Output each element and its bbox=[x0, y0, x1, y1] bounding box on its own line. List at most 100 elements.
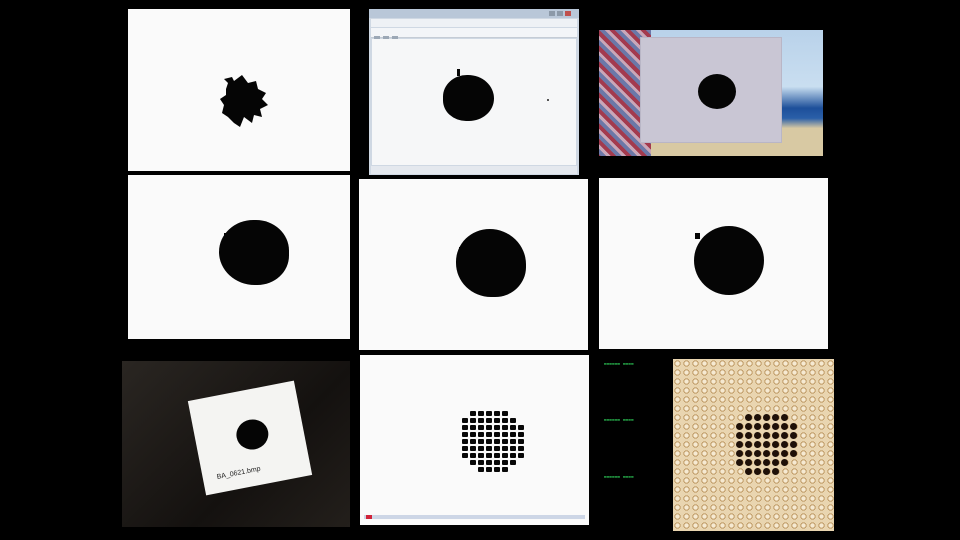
grid-dot bbox=[518, 439, 524, 444]
weave-dot bbox=[790, 450, 797, 457]
grid-dot bbox=[494, 411, 500, 416]
weave-dot bbox=[745, 468, 752, 475]
weave-dot bbox=[745, 423, 752, 430]
weave-dot bbox=[781, 459, 788, 466]
weave-dot bbox=[754, 414, 761, 421]
weave-dot bbox=[763, 459, 770, 466]
weave-dot bbox=[772, 414, 779, 421]
grid-dot bbox=[510, 432, 516, 437]
grid-dot bbox=[478, 432, 484, 437]
grid-dot bbox=[502, 460, 508, 465]
panel-paper-photo: BA_0621.bmp bbox=[122, 361, 350, 527]
grid-dot bbox=[470, 418, 476, 423]
grid-dot bbox=[494, 432, 500, 437]
window-toolbar[interactable] bbox=[371, 28, 577, 41]
scale-marker[interactable] bbox=[366, 515, 372, 519]
file-caption: BA_0621.bmp bbox=[216, 465, 262, 481]
weave-dot bbox=[781, 450, 788, 457]
weave-dot bbox=[736, 459, 743, 466]
grid-dot bbox=[502, 425, 508, 430]
weave-dot bbox=[763, 423, 770, 430]
weave-dot bbox=[781, 441, 788, 448]
blob-shape bbox=[233, 416, 271, 453]
grid-dot bbox=[470, 453, 476, 458]
weave-dot bbox=[772, 468, 779, 475]
grid-dot bbox=[486, 446, 492, 451]
window-statusbar bbox=[371, 166, 577, 174]
grid-dot bbox=[502, 453, 508, 458]
grid-dot bbox=[494, 418, 500, 423]
grid-dot bbox=[518, 453, 524, 458]
grid-dot bbox=[486, 425, 492, 430]
panel-threshold-blob bbox=[128, 9, 350, 171]
weave-dot bbox=[772, 423, 779, 430]
grid-dot bbox=[470, 425, 476, 430]
readout-line: ▬▬▬▬▬▬ ▬▬▬▬ bbox=[604, 361, 634, 366]
grid-dot bbox=[502, 467, 508, 472]
weave-dot bbox=[781, 423, 788, 430]
grid-dot bbox=[486, 460, 492, 465]
blob-shape bbox=[456, 229, 526, 297]
panel-dot-grid bbox=[360, 355, 589, 525]
panel-blob-circle bbox=[599, 178, 828, 349]
grid-dot bbox=[462, 446, 468, 451]
scale-bar bbox=[364, 515, 585, 519]
panel-blob-center bbox=[359, 179, 588, 350]
weave-dot bbox=[790, 441, 797, 448]
grid-dot bbox=[502, 439, 508, 444]
grid-dot bbox=[486, 467, 492, 472]
weave-dot bbox=[763, 441, 770, 448]
weave-dot bbox=[763, 468, 770, 475]
weave-dot bbox=[754, 468, 761, 475]
minimize-icon[interactable] bbox=[549, 11, 555, 16]
weave-dot bbox=[763, 414, 770, 421]
weave-dot bbox=[736, 423, 743, 430]
grid-dot bbox=[462, 425, 468, 430]
weave-dot bbox=[736, 432, 743, 439]
grid-dot bbox=[486, 432, 492, 437]
grid-dot bbox=[462, 453, 468, 458]
weave-dot bbox=[754, 450, 761, 457]
grid-dot bbox=[518, 446, 524, 451]
grid-dot bbox=[478, 425, 484, 430]
weave-dot bbox=[754, 432, 761, 439]
grid-dot bbox=[478, 418, 484, 423]
grid-dot bbox=[502, 446, 508, 451]
grid-dot bbox=[478, 460, 484, 465]
weave-dot bbox=[781, 414, 788, 421]
weave-dot bbox=[736, 450, 743, 457]
rough-blob-shape bbox=[220, 75, 268, 127]
close-icon[interactable] bbox=[565, 11, 571, 16]
grid-dot bbox=[510, 460, 516, 465]
readout-line: ▬▬▬▬▬▬ ▬▬▬▬ bbox=[604, 474, 634, 479]
grid-dot bbox=[478, 453, 484, 458]
blob-shape bbox=[219, 220, 289, 285]
grid-dot bbox=[510, 439, 516, 444]
weave-dot bbox=[745, 450, 752, 457]
grid-dot bbox=[470, 446, 476, 451]
weave-dot bbox=[754, 441, 761, 448]
blob-shape bbox=[698, 74, 736, 109]
weave-dot bbox=[781, 432, 788, 439]
weave-dot bbox=[763, 450, 770, 457]
window-menubar[interactable] bbox=[371, 19, 577, 32]
grid-dot bbox=[510, 446, 516, 451]
panel-blob-left bbox=[128, 175, 350, 339]
weave-dot bbox=[772, 432, 779, 439]
grid-dot bbox=[470, 439, 476, 444]
weave-dot bbox=[772, 441, 779, 448]
grid-dot bbox=[494, 446, 500, 451]
grid-dot bbox=[478, 467, 484, 472]
grid-dot bbox=[486, 453, 492, 458]
board bbox=[641, 38, 781, 142]
window-titlebar[interactable] bbox=[369, 9, 579, 18]
weave-dot bbox=[754, 459, 761, 466]
weave-dot bbox=[736, 441, 743, 448]
grid-dot bbox=[462, 439, 468, 444]
maximize-icon[interactable] bbox=[557, 11, 563, 16]
image-canvas bbox=[372, 39, 576, 165]
weave-dot bbox=[772, 459, 779, 466]
grid-dot bbox=[510, 453, 516, 458]
grid-dot bbox=[470, 460, 476, 465]
grid-dot bbox=[510, 425, 516, 430]
